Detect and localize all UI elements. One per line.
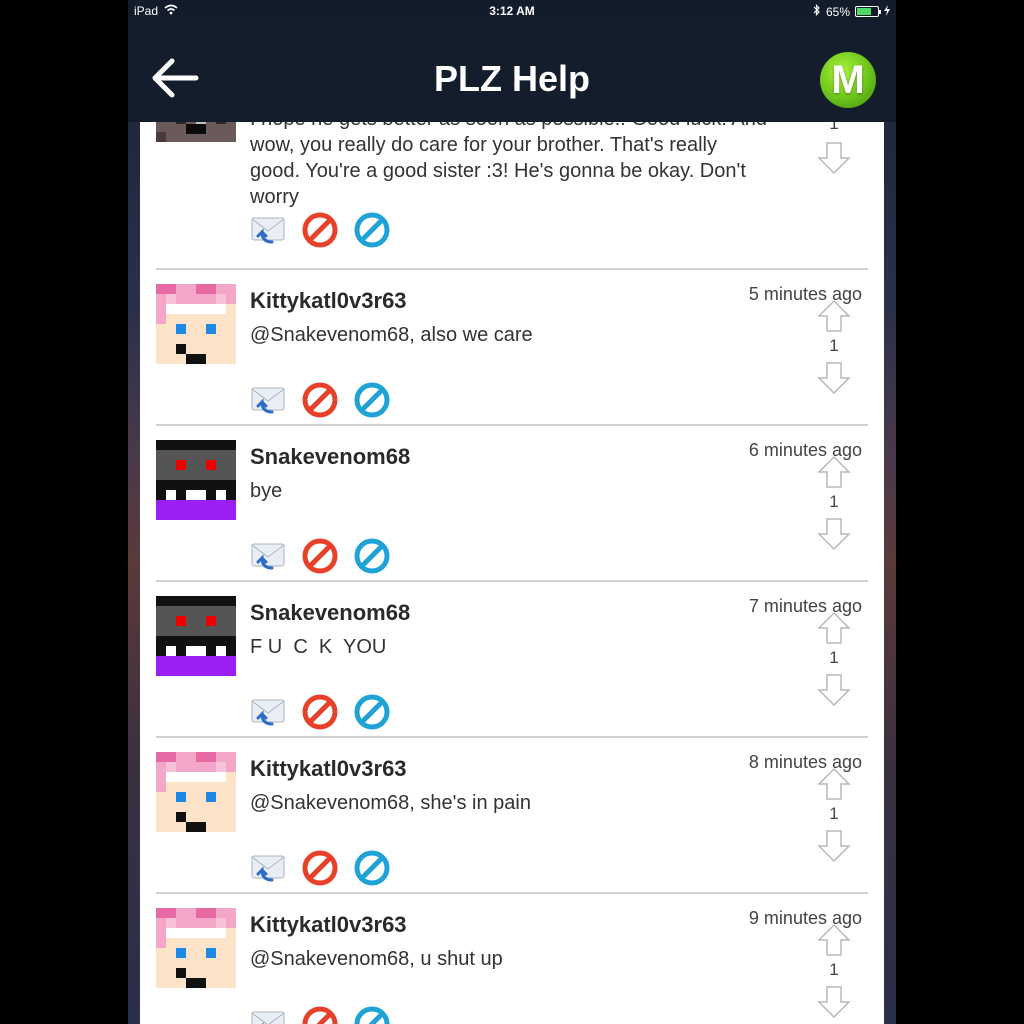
comment-text: @Snakevenom68, u shut up — [250, 948, 503, 970]
reply-mail-icon[interactable] — [250, 850, 286, 886]
upvote-arrow-icon[interactable] — [816, 454, 852, 490]
bluetooth-icon — [813, 4, 821, 19]
reply-mail-icon[interactable] — [250, 212, 286, 248]
comment-item: Snakevenom68 7 minutes ago F U C K YOU 1 — [156, 582, 868, 738]
vote-count: 1 — [829, 804, 839, 823]
reply-mail-icon[interactable] — [250, 1006, 286, 1024]
dark-robot-avatar-image — [156, 596, 236, 676]
vote-widget: 1 — [814, 122, 854, 210]
downvote-arrow-icon[interactable] — [816, 516, 852, 552]
app-screen: iPad 3:12 AM 65% PLZ Help M wow, you rea… — [128, 0, 896, 1024]
comment-text: I hope he gets better as soon as possibl… — [250, 122, 767, 208]
avatar[interactable] — [156, 440, 236, 520]
upvote-arrow-icon[interactable] — [816, 610, 852, 646]
comment-username[interactable]: Snakevenom68 — [250, 444, 410, 470]
comment-text: bye — [250, 480, 283, 502]
vote-count: 1 — [829, 492, 839, 511]
charging-icon — [884, 4, 890, 19]
comment-actions — [250, 1006, 390, 1024]
block-icon[interactable] — [302, 1006, 338, 1024]
report-icon[interactable] — [354, 694, 390, 730]
downvote-arrow-icon[interactable] — [816, 828, 852, 864]
downvote-arrow-icon[interactable] — [816, 984, 852, 1020]
status-right: 65% — [813, 4, 890, 19]
battery-percent: 65% — [825, 4, 850, 19]
comment-item: Snakevenom68 6 minutes ago bye 1 — [156, 426, 868, 582]
comment-text: F U C K YOU — [250, 636, 387, 658]
comment-item: Kittykatl0v3r63 8 minutes ago @Snakeveno… — [156, 738, 868, 894]
avatar[interactable] — [156, 122, 236, 174]
comment-actions — [250, 382, 390, 418]
comment-list[interactable]: I hope he gets better as soon as possibl… — [140, 122, 884, 1024]
page-title: PLZ Help — [433, 58, 590, 99]
comment-text: @Snakevenom68, she's in pain — [250, 792, 531, 814]
comment-item: Kittykatl0v3r63 9 minutes ago @Snakeveno… — [156, 894, 868, 1024]
report-icon[interactable] — [354, 1006, 390, 1024]
nav-bar: PLZ Help M — [128, 22, 896, 122]
avatar[interactable] — [156, 752, 236, 832]
pink-hair-avatar-image — [156, 284, 236, 364]
comment-item: I hope he gets better as soon as possibl… — [156, 122, 868, 270]
reply-mail-icon[interactable] — [250, 382, 286, 418]
comment-username[interactable]: Kittykatl0v3r63 — [250, 756, 407, 782]
downvote-arrow-icon[interactable] — [816, 672, 852, 708]
block-icon[interactable] — [302, 694, 338, 730]
downvote-arrow-icon[interactable] — [816, 360, 852, 396]
battery-icon — [855, 6, 881, 17]
comment-username[interactable]: Kittykatl0v3r63 — [250, 288, 407, 314]
vote-count: 1 — [829, 960, 839, 979]
vote-widget: 1 — [814, 610, 854, 720]
status-time: 3:12 AM — [489, 4, 535, 18]
vote-widget: 1 — [814, 922, 854, 1024]
vote-count: 1 — [829, 336, 839, 355]
pink-hair-avatar-image — [156, 752, 236, 832]
comment-actions — [250, 694, 390, 730]
vote-widget: 1 — [814, 766, 854, 876]
downvote-arrow-icon[interactable] — [816, 140, 852, 176]
avatar[interactable] — [156, 596, 236, 676]
report-icon[interactable] — [354, 538, 390, 574]
pink-hair-avatar-image — [156, 908, 236, 988]
upvote-arrow-icon[interactable] — [816, 298, 852, 334]
vote-widget: 1 — [814, 454, 854, 564]
vote-count: 1 — [829, 648, 839, 667]
upvote-arrow-icon[interactable] — [816, 766, 852, 802]
report-icon[interactable] — [354, 850, 390, 886]
block-icon[interactable] — [302, 538, 338, 574]
avatar[interactable] — [156, 284, 236, 364]
block-icon[interactable] — [302, 382, 338, 418]
vote-widget: 1 — [814, 298, 854, 408]
block-icon[interactable] — [302, 850, 338, 886]
comment-item: Kittykatl0v3r63 5 minutes ago @Snakeveno… — [156, 270, 868, 426]
comment-actions — [250, 538, 390, 574]
reply-mail-icon[interactable] — [250, 694, 286, 730]
upvote-arrow-icon[interactable] — [816, 922, 852, 958]
comment-actions — [250, 850, 390, 886]
report-icon[interactable] — [354, 382, 390, 418]
report-icon[interactable] — [354, 212, 390, 248]
comment-username[interactable]: Snakevenom68 — [250, 600, 410, 626]
status-bar: iPad 3:12 AM 65% — [128, 0, 896, 22]
vote-count: 1 — [829, 122, 839, 133]
reply-mail-icon[interactable] — [250, 538, 286, 574]
comment-text: @Snakevenom68, also we care — [250, 324, 533, 346]
avatar[interactable] — [156, 908, 236, 988]
pixel-avatar-image — [156, 122, 236, 142]
block-icon[interactable] — [302, 212, 338, 248]
app-logo-button[interactable]: M — [820, 52, 876, 108]
comment-actions — [250, 212, 390, 248]
comment-username[interactable]: Kittykatl0v3r63 — [250, 912, 407, 938]
dark-robot-avatar-image — [156, 440, 236, 520]
